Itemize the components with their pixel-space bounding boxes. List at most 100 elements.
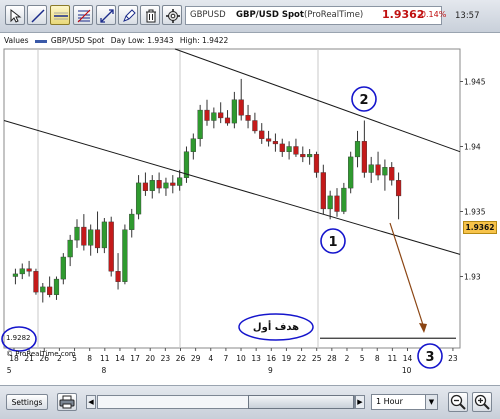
arrows-icon [100,9,114,23]
candle-body [293,146,299,155]
parallel-channel-tool-button[interactable] [96,5,116,25]
candle-body [108,221,114,272]
zoom-in-icon [474,394,490,410]
copyright-label: © ProRealTime.com [6,350,76,358]
candle-body [382,167,388,176]
current-price-tag: 1.9362 [463,221,497,234]
pencil-icon [123,9,136,22]
candle-body [341,187,347,212]
candle-body [348,156,354,189]
candle-body [389,167,395,181]
point-marker-label-1: 1 [328,235,337,250]
candle-body [245,115,251,121]
candle-body [320,172,326,210]
gear-icon [166,9,180,23]
candle-body [224,117,231,124]
x-tick-label: 28 [327,354,337,363]
point-marker-label-3: 3 [425,350,434,365]
candle-body [354,141,361,158]
candle-body [149,180,155,191]
candle-body [26,268,32,272]
left-price-label: 1.9282 [6,334,31,342]
month-label: 9 [268,366,273,375]
candle-body [190,138,196,152]
bottom-bar: Settings ◀ ▶ 1 Hour ▼ [0,385,500,419]
scroll-right-button[interactable]: ▶ [355,395,365,409]
day-low: Day Low: 1.9343 [110,36,174,45]
candle-body [40,286,46,293]
pencil-tool-button[interactable] [118,5,138,25]
x-tick-label: 25 [312,354,322,363]
x-tick-label: 10 [236,354,246,363]
candle-body [122,229,128,282]
quote-box: GBPUSD GBP/USD Spot (ProRealTime) 1.9362… [185,6,446,25]
values-legend: Values GBP/USD Spot Day Low: 1.9343 High… [4,36,232,49]
x-tick-label: 4 [208,354,213,363]
candle-body [238,99,244,116]
candle-body [395,180,402,197]
candle-body [135,182,142,215]
candle-body [375,164,381,176]
candle-body [218,112,224,119]
series-name: GBP/USD Spot [50,36,105,45]
candle-body [272,141,279,145]
diagonal-line-icon [31,9,45,23]
fibonacci-icon [77,9,91,23]
zoom-out-button[interactable] [448,392,468,412]
candle-body [259,130,265,139]
print-button[interactable] [57,393,77,411]
candle-body [53,278,60,295]
horizontal-line-tool-button[interactable] [50,5,70,25]
candle-body [47,286,53,295]
interval-value: 1 Hour [376,397,403,406]
candle-body [313,154,320,173]
month-label: 8 [102,366,107,375]
x-tick-label: 17 [130,354,140,363]
quote-name: GBP/USD Spot [236,10,304,20]
x-tick-label: 19 [282,354,292,363]
x-tick-label: 11 [100,354,110,363]
interval-select[interactable]: 1 Hour ▼ [371,394,438,410]
x-tick-label: 13 [251,354,261,363]
arrow-cursor-icon [10,8,22,23]
candle-body [74,226,80,241]
candle-body [211,112,217,121]
zoom-in-button[interactable] [472,392,492,412]
candle-body [368,164,374,173]
settings-button[interactable]: Settings [6,394,48,410]
delete-tool-button[interactable] [140,5,160,25]
series-swatch [34,39,47,43]
toolbar: GBPUSD GBP/USD Spot (ProRealTime) 1.9362… [0,0,500,33]
fibonacci-tool-button[interactable] [73,5,93,25]
y-tick-label: 1.94 [464,143,481,152]
candle-body [279,143,285,152]
y-tick-label: 1.945 [464,78,486,87]
x-tick-label: 14 [115,354,125,363]
cursor-tool-button[interactable] [5,5,25,25]
y-tick-label: 1.93 [464,273,481,282]
x-tick-label: 5 [360,354,365,363]
settings-tool-button[interactable] [162,5,182,25]
candle-body [129,213,135,230]
chart-area[interactable]: 1.945 1.94 1.935 1.93 18 21 26 2 5 8 11 14 17 20 23 26 2… [0,33,500,385]
candle-body [115,271,121,282]
scroll-left-button[interactable]: ◀ [86,395,96,409]
horizontal-line-icon [54,12,68,20]
values-label: Values [4,36,29,45]
day-high: High: 1.9422 [179,36,229,45]
x-tick-label: 20 [145,354,155,363]
price-chart[interactable]: 1.9451.941.9351.9318 21 26 2 5 8 11 14 17 20 23 26 2… [0,33,500,385]
zoom-out-icon [450,394,466,410]
scrollbar-thumb[interactable] [248,395,354,409]
candle-body [163,182,169,189]
candle-body [204,109,210,121]
quote-time: 13:57 [455,11,480,21]
trendline-tool-button[interactable] [27,5,47,25]
chevron-down-icon: ▼ [425,395,437,409]
x-tick-label: 16 [267,354,277,363]
printer-icon [59,395,75,409]
x-tick-label: 11 [388,354,398,363]
candle-body [88,229,94,246]
candle-body [101,221,107,249]
target-annotation-text: هدف أول [253,320,299,333]
